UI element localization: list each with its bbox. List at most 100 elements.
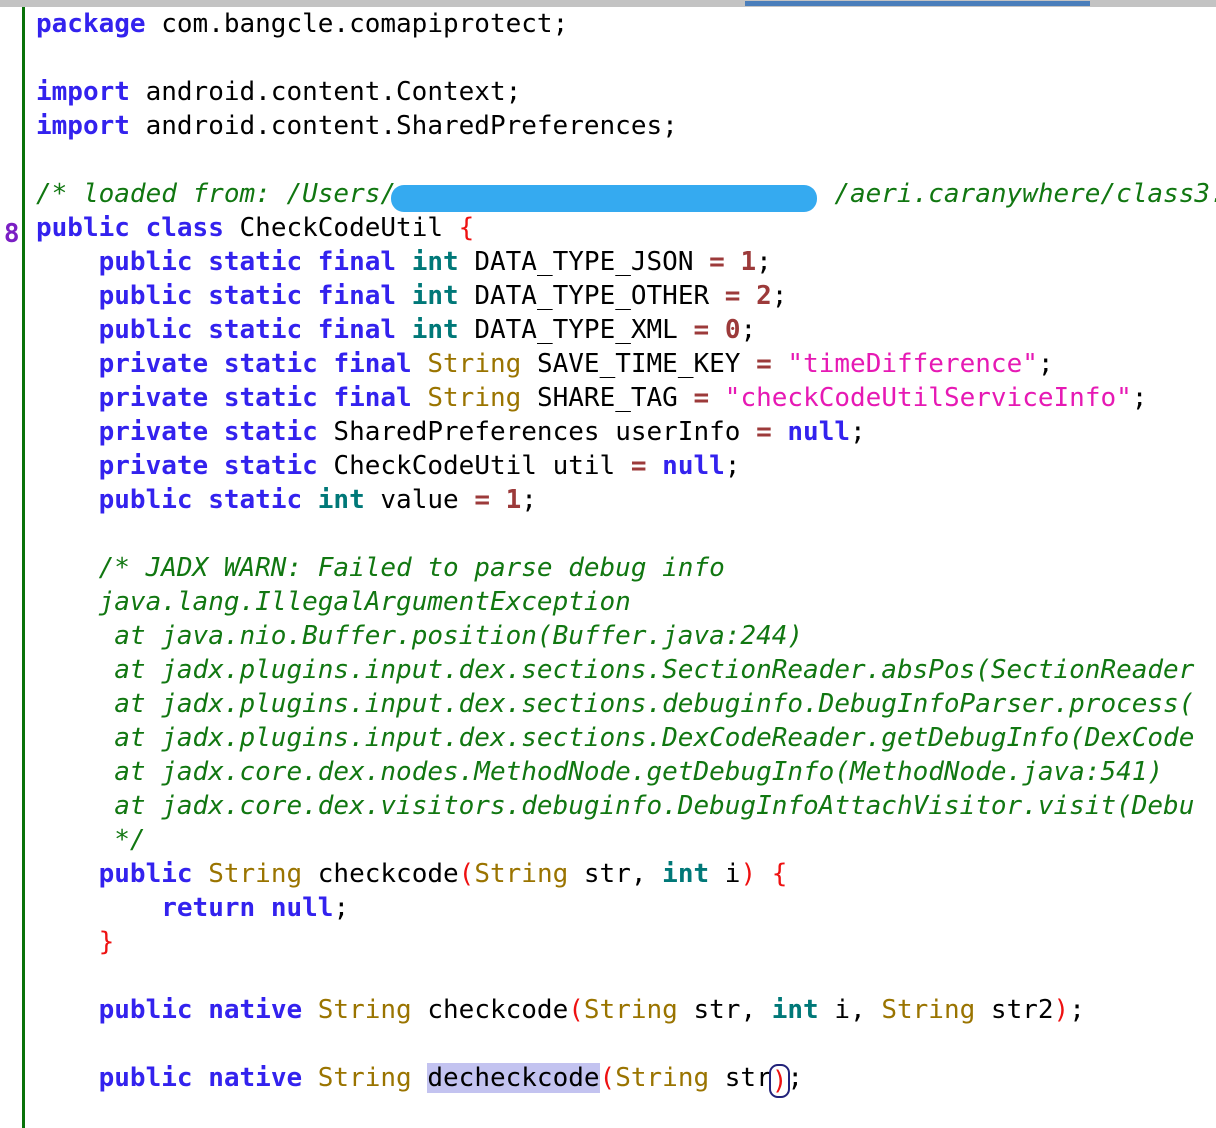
selected-identifier[interactable]: decheckcode [427, 1063, 600, 1093]
code-line[interactable] [36, 1027, 1216, 1061]
code-token: at jadx.plugins.input.dex.sections.Secti… [98, 655, 1195, 685]
code-line[interactable]: at jadx.plugins.input.dex.sections.debug… [36, 687, 1216, 721]
code-token: native [208, 1063, 303, 1093]
code-token: = [630, 451, 647, 481]
code-token: DATA_TYPE_XML [458, 315, 694, 345]
gutter-divider-rule [22, 7, 25, 1128]
code-line[interactable]: public static final int DATA_TYPE_OTHER … [36, 279, 1216, 313]
code-token: String [317, 995, 412, 1025]
code-line[interactable]: private static final String SHARE_TAG = … [36, 381, 1216, 415]
code-token: SAVE_TIME_KEY [521, 349, 757, 379]
code-token: null [787, 417, 851, 447]
code-line[interactable]: return null; [36, 891, 1216, 925]
code-line[interactable] [36, 517, 1216, 551]
code-line[interactable]: public static int value = 1; [36, 483, 1216, 517]
code-line[interactable]: public String checkcode(String str, int … [36, 857, 1216, 891]
code-token: str, [677, 995, 772, 1025]
code-token: ; [756, 247, 772, 277]
code-token: = [756, 349, 772, 379]
code-token: 2 [756, 281, 772, 311]
code-token: int [771, 995, 819, 1025]
code-token: ; [521, 485, 537, 515]
code-token: null [662, 451, 725, 481]
horizontal-scrollbar-thumb[interactable] [745, 1, 1090, 6]
code-token: ; [333, 893, 350, 923]
code-line[interactable]: public native String checkcode(String st… [36, 993, 1216, 1027]
code-token: static [208, 485, 303, 515]
code-token: at jadx.plugins.input.dex.sections.debug… [98, 689, 1195, 719]
code-token: ( [458, 859, 475, 889]
code-token: 1 [740, 247, 757, 277]
code-token: public [98, 485, 193, 515]
code-line[interactable]: private static CheckCodeUtil util = null… [36, 449, 1216, 483]
code-token: static [208, 315, 303, 345]
code-token: int [411, 281, 459, 311]
code-line[interactable] [36, 143, 1216, 177]
code-token: at java.nio.Buffer.position(Buffer.java:… [98, 621, 804, 651]
code-line[interactable]: public class CheckCodeUtil { [36, 211, 1216, 245]
code-token: SHARE_TAG [521, 383, 694, 413]
code-token: str [709, 1063, 772, 1093]
code-token: ) [1053, 995, 1070, 1025]
code-line[interactable]: at jadx.plugins.input.dex.sections.DexCo… [36, 721, 1216, 755]
code-token: null [270, 893, 334, 923]
code-token: DATA_TYPE_OTHER [458, 281, 725, 311]
horizontal-scrollbar-track[interactable] [0, 0, 1216, 7]
code-line[interactable]: } [36, 925, 1216, 959]
code-line[interactable] [36, 959, 1216, 993]
code-line[interactable]: at jadx.core.dex.visitors.debuginfo.Debu… [36, 789, 1216, 823]
code-line[interactable]: /* JADX WARN: Failed to parse debug info [36, 551, 1216, 585]
code-line[interactable] [36, 41, 1216, 75]
code-token: = [709, 247, 725, 277]
code-line[interactable]: */ [36, 823, 1216, 857]
code-line[interactable]: private static final String SAVE_TIME_KE… [36, 347, 1216, 381]
code-line[interactable]: import android.content.Context; [36, 75, 1216, 109]
code-token: = [693, 315, 710, 345]
code-line[interactable]: at jadx.core.dex.nodes.MethodNode.getDeb… [36, 755, 1216, 789]
code-line[interactable]: public native String decheckcode(String … [36, 1061, 1216, 1098]
code-line[interactable]: at java.nio.Buffer.position(Buffer.java:… [36, 619, 1216, 653]
code-line[interactable]: package com.bangcle.comapiprotect; [36, 7, 1216, 41]
code-token: DATA_TYPE_JSON [458, 247, 710, 277]
code-token: = [474, 485, 490, 515]
code-token: private [98, 383, 209, 413]
code-token: ( [599, 1063, 616, 1093]
code-line[interactable]: public static final int DATA_TYPE_XML = … [36, 313, 1216, 347]
code-line[interactable]: java.lang.IllegalArgumentException [36, 585, 1216, 619]
code-token: android.content.SharedPreferences; [129, 111, 678, 141]
code-token: static [208, 247, 303, 277]
code-token: private [98, 417, 209, 447]
code-token: str2 [975, 995, 1054, 1025]
code-line[interactable]: public static final int DATA_TYPE_JSON =… [36, 245, 1216, 279]
code-line[interactable]: at jadx.plugins.input.dex.sections.Secti… [36, 653, 1216, 687]
code-token: ; [850, 417, 866, 447]
code-content[interactable]: package com.bangcle.comapiprotect; import… [36, 7, 1216, 1128]
code-line[interactable]: import android.content.SharedPreferences… [36, 109, 1216, 143]
code-line[interactable]: private static SharedPreferences userInf… [36, 415, 1216, 449]
code-editor[interactable]: 8 package com.bangcle.comapiprotect; impo… [0, 7, 1216, 1128]
code-token: 0 [724, 315, 741, 345]
